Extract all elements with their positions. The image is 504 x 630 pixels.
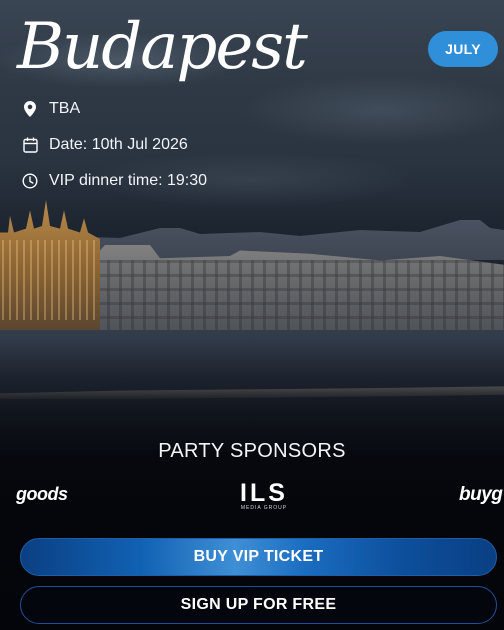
location-pin-icon xyxy=(22,101,38,117)
city-title: Budapest xyxy=(17,10,308,84)
parliament-lights xyxy=(2,240,98,320)
sponsor-logo-ils: ILS MEDIA GROUP xyxy=(237,479,291,511)
calendar-icon xyxy=(22,137,38,153)
vip-dinner-text: VIP dinner time: 19:30 xyxy=(49,172,208,189)
sign-up-free-button[interactable]: SIGN UP FOR FREE xyxy=(20,586,497,624)
location-text: TBA xyxy=(49,100,81,117)
buy-vip-ticket-button[interactable]: BUY VIP TICKET xyxy=(20,538,497,576)
date-row: Date: 10th Jul 2026 xyxy=(22,136,188,154)
location-row: TBA xyxy=(22,100,80,118)
sponsors-heading: PARTY SPONSORS xyxy=(158,440,346,462)
date-text: Date: 10th Jul 2026 xyxy=(49,136,188,153)
sponsor-logo-ils-text: ILS xyxy=(240,479,288,507)
building-windows xyxy=(95,260,504,340)
sponsor-logo-ils-subtext: MEDIA GROUP xyxy=(240,505,288,511)
vip-dinner-row: VIP dinner time: 19:30 xyxy=(22,172,207,190)
clock-icon xyxy=(22,173,38,189)
sponsor-logo-goods: goods xyxy=(16,484,68,504)
sponsor-logo-buyg: buyg xyxy=(459,484,503,505)
month-badge: JULY xyxy=(428,31,498,67)
event-card: Budapest JULY TBA Date: 10th Jul 2026 VI… xyxy=(0,0,504,630)
